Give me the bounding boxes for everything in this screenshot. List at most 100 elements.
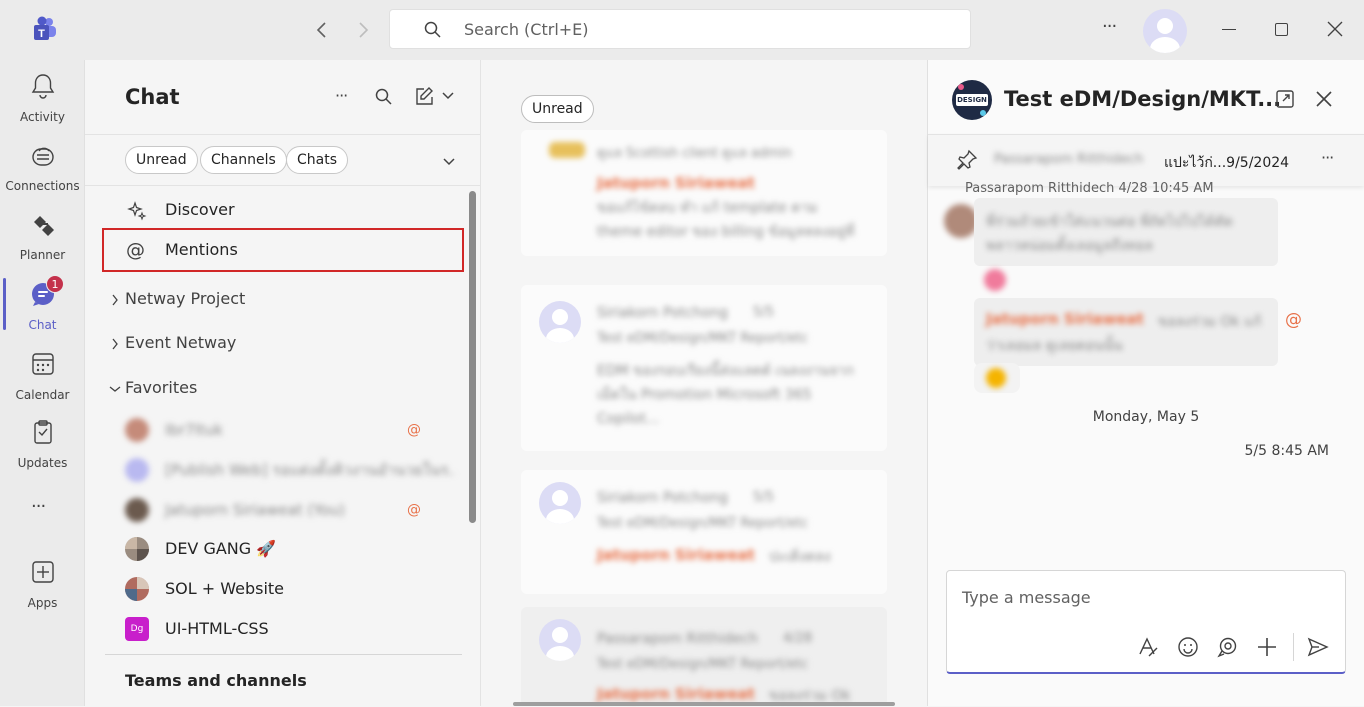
feed-card[interactable]: Siriakorn Potchong 5/5 Test eDM/Design/M… [521,470,887,594]
chevron-down-icon [109,386,121,392]
search-box[interactable]: Search (Ctrl+E) [389,9,971,49]
pop-out-icon[interactable] [1275,89,1295,109]
search-icon[interactable] [375,88,393,106]
favorite-item[interactable]: Jatuporn Siriaweat (You) @ [105,492,461,528]
sender-avatar [944,204,978,238]
chevron-down-icon[interactable] [441,91,455,101]
chat-list-title: Chat [125,85,180,109]
avatar: Dg [125,617,149,641]
loop-icon[interactable] [1216,636,1238,658]
filter-channels[interactable]: Channels [200,146,287,174]
user-avatar[interactable] [1143,9,1187,53]
compose-box[interactable]: Type a message [946,570,1346,674]
unread-chip[interactable]: Unread [521,95,594,123]
scrollbar[interactable] [469,191,476,523]
rail-label: Apps [27,596,58,610]
favorite-name: SOL + Website [165,579,285,598]
rail-connections[interactable]: Connections [0,133,85,199]
rail-label: Chat [28,318,57,332]
favorite-name: [Publish Web] รอแต่งตั้งคิวงานอำนวยในร..… [165,461,455,479]
favorite-item[interactable]: Ibr7ltuk @ [105,412,461,448]
rail-calendar[interactable]: Calendar [0,342,85,408]
rail-label: Planner [19,248,66,262]
favorite-name: DEV GANG 🚀 [165,539,277,558]
send-icon[interactable] [1307,636,1329,658]
close-window-icon[interactable] [1327,21,1343,37]
pinned-bar[interactable]: Passarapom Ritthidech แปะไว้ก่...9/5/202… [928,134,1364,186]
mention-name: Jatuporn Siriaweat [597,546,755,564]
rail-label: Calendar [15,388,70,402]
card-channel: Test eDM/Design/MKT Report/etc [597,331,809,346]
card-sender: Siriakorn Potchong [597,490,728,506]
rail-updates[interactable]: Updates [0,410,85,476]
divider [105,654,462,655]
rail-planner[interactable]: Planner [0,202,85,268]
favorite-item[interactable]: SOL + Website [105,571,461,607]
group-label: Netway Project [125,289,246,308]
minimize-icon[interactable] [1222,29,1236,30]
chat-list-more-icon[interactable]: ··· [335,86,348,105]
message-bubble: Jatuporn Siriaweat ขอลงร่วม Ok แก้ว่าเลอ… [974,298,1278,366]
format-icon[interactable] [1137,636,1159,658]
group-label: Event Netway [125,333,237,352]
more-options-icon[interactable]: ··· [1102,16,1117,37]
favorite-item[interactable]: Dg UI-HTML-CSS [105,611,461,647]
add-icon[interactable] [1256,636,1278,658]
chat-title[interactable]: Test eDM/Design/MKT... [1004,87,1281,111]
planner-icon [34,216,54,236]
rail-chat[interactable]: 1 Chat [0,272,85,338]
chevron-down-icon[interactable] [442,157,456,167]
group-label: Favorites [125,378,198,397]
feed-card[interactable]: Passarapom Ritthidech 4/28 Test eDM/Desi… [521,607,887,706]
pinned-more-icon[interactable]: ··· [1321,148,1334,167]
message-text: ขอลงร่วม Ok แก้ว่าเลอมล ดูเลยตอนนั้น [986,314,1262,354]
reaction-pill[interactable] [974,363,1020,393]
group-netway-project[interactable]: Netway Project [105,281,461,317]
new-chat-icon[interactable] [414,86,434,106]
card-text: ปะเดิ่งตลง [769,549,831,565]
teams-logo: T [30,16,58,42]
favorite-name: Ibr7ltuk [165,421,223,439]
nav-mentions[interactable]: @ Mentions [102,228,464,272]
emoji-icon[interactable] [1177,636,1199,658]
feed-card[interactable]: ดูแล Scottish client ดูแล admin Jatuporn… [521,130,887,256]
rail-label: Updates [17,456,68,470]
avatar [539,482,581,524]
filter-chats[interactable]: Chats [286,146,349,174]
add-apps-icon [32,561,54,583]
compose-placeholder: Type a message [962,588,1091,607]
card-sender: Siriakorn Potchong [597,305,728,321]
scroll-edge [513,702,895,706]
bell-icon [31,74,55,99]
chevron-right-icon [112,294,118,306]
rail-label: Activity [20,110,65,124]
forward-arrow-icon[interactable] [355,20,371,40]
mentions-feed: Unread ดูแล Scottish client ดูแล admin J… [481,60,927,706]
favorite-item[interactable]: DEV GANG 🚀 [105,531,461,567]
favorite-item[interactable]: [Publish Web] รอแต่งตั้งคิวงานอำนวยในร..… [105,452,461,488]
teams-channels-header[interactable]: Teams and channels [125,671,307,690]
svg-text:T: T [38,28,45,40]
filter-unread[interactable]: Unread [125,146,198,174]
feed-card[interactable]: Siriakorn Potchong 5/5 Test eDM/Design/M… [521,285,887,451]
pin-icon [957,149,978,170]
avatar [539,301,581,343]
back-arrow-icon[interactable] [314,20,330,40]
more-apps-icon[interactable]: ··· [31,496,46,517]
avatar [125,458,149,482]
group-event-netway[interactable]: Event Netway [105,325,461,361]
favorite-name: Jatuporn Siriaweat (You) [165,501,345,519]
rail-activity[interactable]: Activity [0,64,85,130]
search-placeholder: Search (Ctrl+E) [464,20,589,39]
divider [85,185,481,186]
title-bar: T Search (Ctrl+E) ··· [0,0,1364,60]
avatar [125,418,149,442]
rail-apps[interactable]: Apps [0,550,85,616]
close-icon[interactable] [1315,90,1333,108]
reaction-emoji[interactable] [984,269,1006,291]
card-text: EDM ของรอบเรียงนี้ส่งแลตต์ เนลงงานจาก เม… [597,363,854,427]
nav-discover[interactable]: Discover [105,192,461,228]
maximize-icon[interactable] [1275,23,1288,36]
group-favorites[interactable]: Favorites [105,370,461,406]
avatar [125,577,149,601]
